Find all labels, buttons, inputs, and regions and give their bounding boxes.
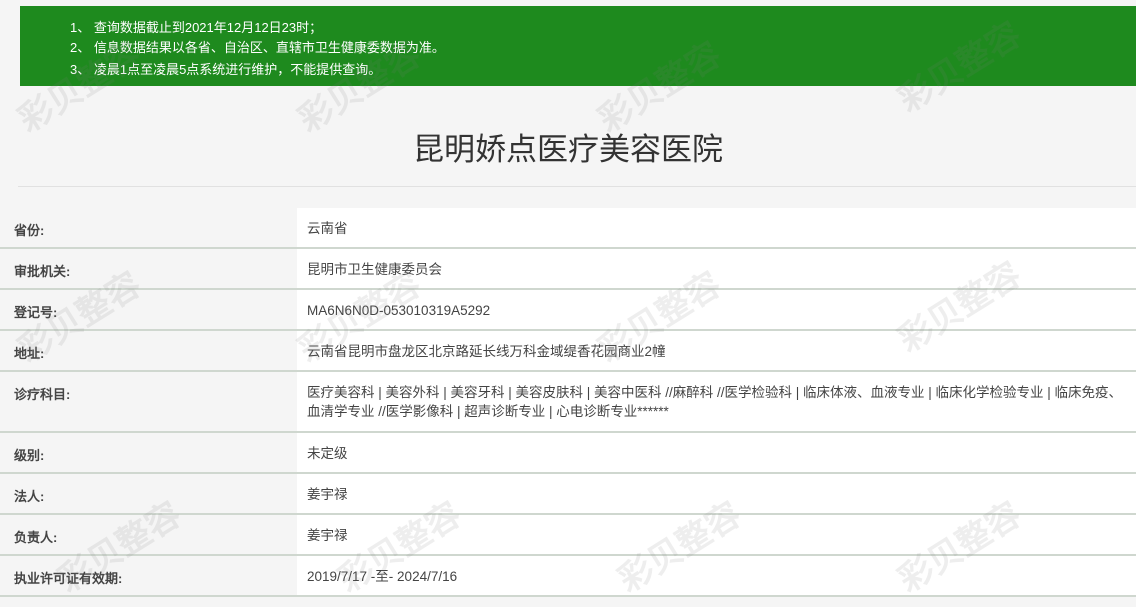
- info-row-level: 级别: 未定级: [0, 433, 1136, 474]
- person-in-charge-label: 负责人:: [0, 515, 297, 554]
- info-row-province: 省份: 云南省: [0, 208, 1136, 249]
- address-value: 云南省昆明市盘龙区北京路延长线万科金域缇香花园商业2幢: [297, 331, 1136, 370]
- notice-line-3: 3、 凌晨1点至凌晨5点系统进行维护，不能提供查询。: [70, 62, 382, 77]
- info-row-departments: 诊疗科目: 医疗美容科 | 美容外科 | 美容牙科 | 美容皮肤科 | 美容中医…: [0, 372, 1136, 433]
- license-validity-value: 2019/7/17 -至- 2024/7/16: [297, 556, 1136, 595]
- info-row-person-in-charge: 负责人: 姜宇禄: [0, 515, 1136, 556]
- approval-authority-value: 昆明市卫生健康委员会: [297, 249, 1136, 288]
- info-row-legal-person: 法人: 姜宇禄: [0, 474, 1136, 515]
- info-row-registration-number: 登记号: MA6N6N0D-053010319A5292: [0, 290, 1136, 331]
- departments-label: 诊疗科目:: [0, 372, 297, 431]
- notice-line-1: 1、 查询数据截止到2021年12月12日23时；: [70, 20, 323, 35]
- notice-line-2: 2、 信息数据结果以各省、自治区、直辖市卫生健康委数据为准。: [70, 40, 445, 55]
- province-value: 云南省: [297, 208, 1136, 247]
- registration-number-value: MA6N6N0D-053010319A5292: [297, 290, 1136, 329]
- registration-number-label: 登记号:: [0, 290, 297, 329]
- title-divider: [18, 186, 1136, 187]
- info-row-approval-authority: 审批机关: 昆明市卫生健康委员会: [0, 249, 1136, 290]
- legal-person-value: 姜宇禄: [297, 474, 1136, 513]
- info-row-address: 地址: 云南省昆明市盘龙区北京路延长线万科金域缇香花园商业2幢: [0, 331, 1136, 372]
- province-label: 省份:: [0, 208, 297, 247]
- hospital-info-table: 省份: 云南省 审批机关: 昆明市卫生健康委员会 登记号: MA6N6N0D-0…: [0, 208, 1136, 597]
- person-in-charge-value: 姜宇禄: [297, 515, 1136, 554]
- approval-authority-label: 审批机关:: [0, 249, 297, 288]
- notice-banner: 1、 查询数据截止到2021年12月12日23时； 2、 信息数据结果以各省、自…: [20, 6, 1136, 86]
- level-value: 未定级: [297, 433, 1136, 472]
- level-label: 级别:: [0, 433, 297, 472]
- legal-person-label: 法人:: [0, 474, 297, 513]
- info-row-license-validity: 执业许可证有效期: 2019/7/17 -至- 2024/7/16: [0, 556, 1136, 597]
- hospital-title: 昆明娇点医疗美容医院: [413, 132, 723, 167]
- departments-value: 医疗美容科 | 美容外科 | 美容牙科 | 美容皮肤科 | 美容中医科 //麻醉…: [297, 372, 1136, 431]
- address-label: 地址:: [0, 331, 297, 370]
- license-validity-label: 执业许可证有效期:: [0, 556, 297, 595]
